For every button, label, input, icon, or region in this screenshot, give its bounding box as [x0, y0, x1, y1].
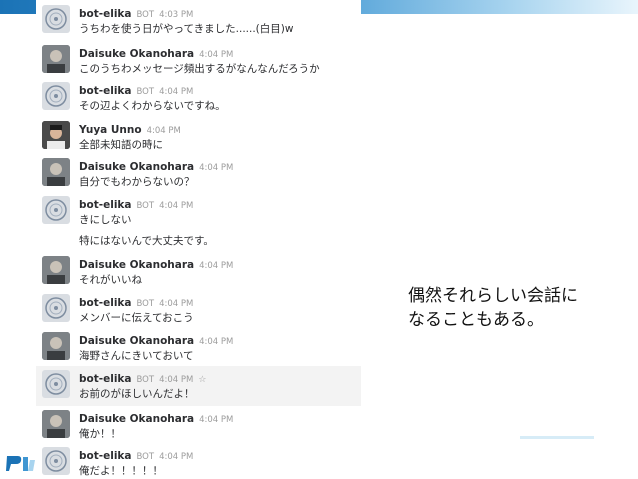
message-header: bot-elika BOT 4:04 PM ☆ [79, 370, 206, 387]
message-header: Daisuke Okanohara 4:04 PM [79, 45, 233, 62]
message-text: うちわを使う日がやってきました......(白目)w [79, 23, 294, 35]
message-header: bot-elika BOT 4:04 PM [79, 196, 193, 213]
message-text: このうちわメッセージ頻出するがなんなんだろうか [79, 63, 320, 75]
user-avatar-daisuke[interactable] [42, 158, 70, 186]
message-timestamp[interactable]: 4:04 PM [199, 415, 233, 425]
message-timestamp[interactable]: 4:04 PM [159, 375, 193, 385]
sender-name[interactable]: bot-elika [79, 373, 132, 385]
message-header: bot-elika BOT 4:04 PM [79, 82, 193, 99]
message-timestamp[interactable]: 4:04 PM [199, 163, 233, 173]
message-text: それがいいね [79, 274, 142, 286]
caption-line-1: 偶然それらしい会話に [408, 286, 578, 306]
slide-caption: 偶然それらしい会話に なることもある。 [408, 284, 578, 332]
message-timestamp[interactable]: 4:04 PM [199, 50, 233, 60]
message-bot-elika: bot-elika BOT 4:04 PM その辺よくわからないですね。 [36, 82, 361, 112]
sender-name[interactable]: Daisuke Okanohara [79, 335, 194, 347]
message-bot-elika: bot-elika BOT 4:04 PM メンバーに伝えておこう [36, 294, 361, 324]
message-text: 全部未知語の時に [79, 139, 163, 151]
bot-avatar-icon[interactable] [42, 294, 70, 322]
decorative-line [520, 436, 594, 439]
message-header: bot-elika BOT 4:03 PM [79, 5, 193, 22]
message-daisuke: Daisuke Okanohara 4:04 PM 俺か！！ [36, 410, 361, 440]
message-bot-elika: bot-elika BOT 4:04 PM 俺だよ！！！！！ [36, 447, 361, 477]
message-text: 俺か！！ [79, 428, 121, 440]
sender-name[interactable]: bot-elika [79, 85, 132, 97]
message-bot-elika-hovered[interactable]: bot-elika BOT 4:04 PM ☆ お前のがほしいんだよ！ [36, 366, 361, 406]
sender-name[interactable]: Daisuke Okanohara [79, 413, 194, 425]
message-text: 海野さんにきいておいて [79, 350, 194, 362]
message-header: Daisuke Okanohara 4:04 PM [79, 332, 233, 349]
message-timestamp[interactable]: 4:04 PM [159, 452, 193, 462]
message-text: きにしない [79, 214, 132, 226]
bot-avatar-icon[interactable] [42, 5, 70, 33]
message-timestamp[interactable]: 4:04 PM [147, 126, 181, 136]
company-logo-icon [4, 452, 38, 474]
message-bot-elika: bot-elika BOT 4:03 PM うちわを使う日がやってきました.....… [36, 5, 361, 35]
message-header: bot-elika BOT 4:04 PM [79, 447, 193, 464]
message-daisuke: Daisuke Okanohara 4:04 PM それがいいね [36, 256, 361, 286]
user-avatar-daisuke[interactable] [42, 256, 70, 284]
bot-avatar-icon[interactable] [42, 447, 70, 475]
bot-avatar-icon[interactable] [42, 82, 70, 110]
sender-name[interactable]: Daisuke Okanohara [79, 259, 194, 271]
bot-badge: BOT [136, 299, 155, 309]
message-timestamp[interactable]: 4:03 PM [159, 10, 193, 20]
caption-line-2: なることもある。 [408, 310, 544, 330]
chat-message-list[interactable]: bot-elika BOT 4:03 PM うちわを使う日がやってきました.....… [36, 0, 361, 479]
message-text: メンバーに伝えておこう [79, 312, 194, 324]
message-daisuke: Daisuke Okanohara 4:04 PM このうちわメッセージ頻出するが… [36, 45, 361, 75]
message-timestamp[interactable]: 4:04 PM [199, 261, 233, 271]
message-header: Yuya Unno 4:04 PM [79, 121, 181, 138]
bot-badge: BOT [136, 10, 155, 20]
message-daisuke: Daisuke Okanohara 4:04 PM 海野さんにきいておいて [36, 332, 361, 362]
user-avatar-daisuke[interactable] [42, 332, 70, 360]
bot-badge: BOT [136, 87, 155, 97]
user-avatar-daisuke[interactable] [42, 410, 70, 438]
user-avatar-yuya[interactable] [42, 121, 70, 149]
message-header: Daisuke Okanohara 4:04 PM [79, 410, 233, 427]
message-text: 俺だよ！！！！！ [79, 465, 163, 477]
sender-name[interactable]: bot-elika [79, 8, 132, 20]
bot-avatar-icon[interactable] [42, 196, 70, 224]
star-icon[interactable]: ☆ [198, 375, 206, 385]
bot-avatar-icon[interactable] [42, 370, 70, 398]
user-avatar-daisuke[interactable] [42, 45, 70, 73]
message-text: その辺よくわからないですね。 [79, 100, 226, 112]
message-header: bot-elika BOT 4:04 PM [79, 294, 193, 311]
message-daisuke: Daisuke Okanohara 4:04 PM 自分でもわからないの？ [36, 158, 361, 188]
message-text: 特にはないんで大丈夫です。 [79, 235, 214, 247]
message-text: お前のがほしいんだよ！ [79, 388, 195, 400]
bot-badge: BOT [136, 201, 155, 211]
message-text: 自分でもわからないの？ [79, 176, 195, 188]
sender-name[interactable]: Daisuke Okanohara [79, 48, 194, 60]
sender-name[interactable]: bot-elika [79, 297, 132, 309]
message-bot-elika: bot-elika BOT 4:04 PM きにしない 特にはないんで大丈夫です。 [36, 196, 361, 250]
message-timestamp[interactable]: 4:04 PM [199, 337, 233, 347]
message-header: Daisuke Okanohara 4:04 PM [79, 256, 233, 273]
message-header: Daisuke Okanohara 4:04 PM [79, 158, 233, 175]
bot-badge: BOT [136, 452, 155, 462]
message-timestamp[interactable]: 4:04 PM [159, 299, 193, 309]
sender-name[interactable]: bot-elika [79, 450, 132, 462]
sender-name[interactable]: bot-elika [79, 199, 132, 211]
message-timestamp[interactable]: 4:04 PM [159, 87, 193, 97]
sender-name[interactable]: Daisuke Okanohara [79, 161, 194, 173]
bot-badge: BOT [136, 375, 155, 385]
message-timestamp[interactable]: 4:04 PM [159, 201, 193, 211]
message-yuya: Yuya Unno 4:04 PM 全部未知語の時に [36, 121, 361, 151]
sender-name[interactable]: Yuya Unno [79, 124, 142, 136]
